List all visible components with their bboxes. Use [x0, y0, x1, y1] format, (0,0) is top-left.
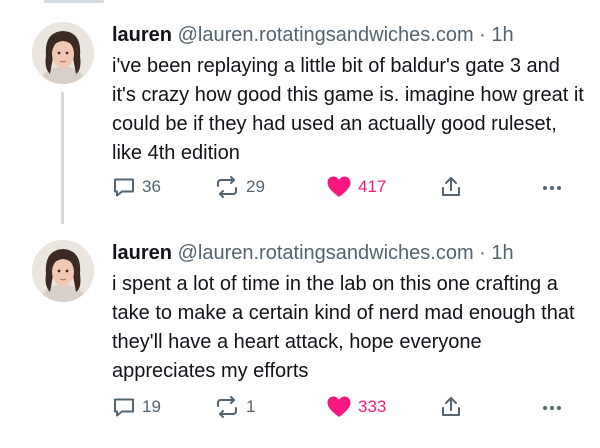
avatar[interactable]: [32, 240, 94, 302]
reply-icon: [112, 175, 136, 199]
like-button[interactable]: 417: [326, 172, 386, 202]
like-count: 417: [358, 177, 387, 196]
share-icon: [440, 395, 462, 419]
repost-button[interactable]: 1: [214, 392, 255, 422]
repost-count: 29: [246, 177, 265, 196]
reply-button[interactable]: 36: [112, 172, 161, 202]
thread-line: [61, 92, 64, 224]
like-button[interactable]: 333: [326, 392, 386, 422]
heart-icon: [326, 175, 352, 199]
more-icon: [540, 395, 564, 419]
handle[interactable]: @lauren.rotatingsandwiches.com: [178, 242, 474, 264]
reply-button[interactable]: 19: [112, 392, 161, 422]
action-bar: 36 29 417: [0, 172, 600, 202]
more-icon: [540, 175, 564, 199]
share-button[interactable]: [440, 392, 462, 422]
share-button[interactable]: [440, 172, 462, 202]
post-header: lauren @lauren.rotatingsandwiches.com · …: [112, 20, 584, 50]
like-count: 333: [358, 397, 387, 416]
share-icon: [440, 175, 462, 199]
separator: ·: [479, 242, 486, 264]
timestamp[interactable]: 1h: [491, 24, 513, 46]
more-button[interactable]: [540, 392, 564, 422]
repost-button[interactable]: 29: [214, 172, 265, 202]
display-name[interactable]: lauren: [112, 24, 172, 46]
post-content: lauren @lauren.rotatingsandwiches.com · …: [112, 238, 584, 386]
heart-icon: [326, 395, 352, 419]
repost-count: 1: [246, 397, 256, 416]
reply-count: 36: [142, 177, 161, 196]
action-bar: 19 1 333: [0, 392, 600, 422]
timestamp[interactable]: 1h: [491, 242, 513, 264]
post[interactable]: lauren @lauren.rotatingsandwiches.com · …: [0, 226, 600, 448]
separator: ·: [479, 24, 486, 46]
post-content: lauren @lauren.rotatingsandwiches.com · …: [112, 20, 584, 168]
repost-icon: [214, 395, 240, 419]
repost-icon: [214, 175, 240, 199]
more-button[interactable]: [540, 172, 564, 202]
reply-count: 19: [142, 397, 161, 416]
post-text: i've been replaying a little bit of bald…: [112, 55, 584, 164]
display-name[interactable]: lauren: [112, 242, 172, 264]
post[interactable]: lauren @lauren.rotatingsandwiches.com · …: [0, 0, 600, 226]
avatar[interactable]: [32, 22, 94, 84]
post-header: lauren @lauren.rotatingsandwiches.com · …: [112, 238, 584, 268]
handle[interactable]: @lauren.rotatingsandwiches.com: [178, 24, 474, 46]
post-text: i spent a lot of time in the lab on this…: [112, 273, 575, 382]
reply-icon: [112, 395, 136, 419]
